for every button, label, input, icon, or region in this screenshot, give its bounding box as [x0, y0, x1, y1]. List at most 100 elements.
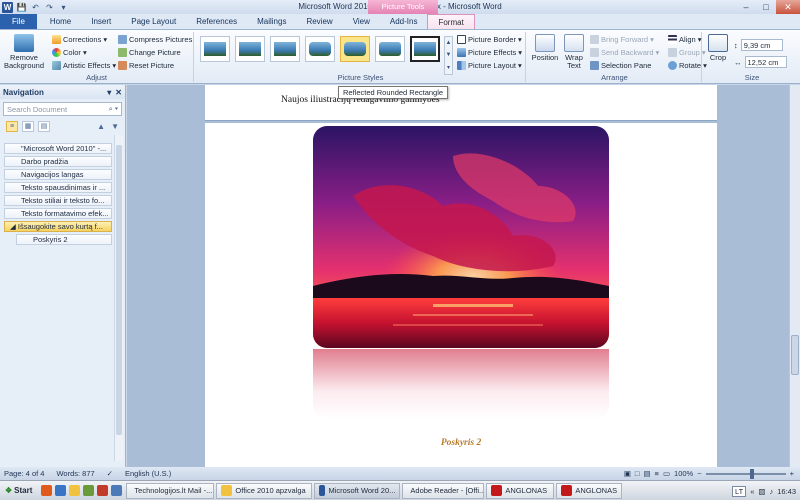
customize-qat-icon[interactable]: ▾	[58, 2, 69, 13]
zoom-level[interactable]: 100%	[674, 469, 693, 478]
opera-icon[interactable]	[97, 485, 109, 496]
proofing-icon[interactable]: ✓	[107, 469, 113, 478]
tab-mailings[interactable]: Mailings	[247, 14, 296, 29]
picture-border-button[interactable]: Picture Border ▾	[457, 33, 522, 46]
collapse-triangle-icon[interactable]: ◢	[10, 222, 16, 231]
picture-style-6[interactable]	[375, 36, 405, 62]
corrections-button[interactable]: Corrections ▾	[52, 33, 116, 46]
firefox-icon[interactable]	[41, 485, 53, 496]
zoom-in-icon[interactable]: +	[790, 469, 794, 478]
taskbar-item[interactable]: ANGLONAS	[486, 482, 555, 499]
tab-file[interactable]: File	[0, 14, 37, 29]
tab-page-layout[interactable]: Page Layout	[121, 14, 186, 29]
web-layout-view-icon[interactable]: ▤	[643, 469, 650, 478]
close-button[interactable]: ✕	[776, 0, 800, 14]
nav-heading-item-active[interactable]: ◢ Išsaugokite savo kurtą f...	[4, 221, 112, 232]
picture-style-1[interactable]	[200, 36, 230, 62]
nav-heading-item[interactable]: Darbo pradžia	[4, 156, 112, 167]
shape-width-input[interactable]: 12,52 cm	[744, 56, 787, 68]
navigation-scrollbar[interactable]	[114, 135, 123, 461]
send-backward-button[interactable]: Send Backward ▾	[590, 46, 659, 59]
crop-button[interactable]: Crop	[706, 34, 730, 62]
compress-pictures-button[interactable]: Compress Pictures	[118, 33, 192, 46]
redo-icon[interactable]: ↷	[44, 2, 55, 13]
desktop-icon[interactable]	[111, 485, 123, 496]
nav-options-icon[interactable]: ▾	[107, 88, 111, 97]
nav-heading-item[interactable]: Navigacijos langas	[4, 169, 112, 180]
folder-icon[interactable]	[69, 485, 81, 496]
undo-icon[interactable]: ↶	[30, 2, 41, 13]
previous-heading-icon[interactable]: ▲	[97, 122, 105, 131]
tab-add-ins[interactable]: Add-Ins	[380, 14, 428, 29]
word-logo-icon[interactable]: W	[2, 1, 13, 13]
draft-view-icon[interactable]: ▭	[663, 469, 670, 478]
navigation-scroll-thumb[interactable]	[116, 145, 122, 435]
browse-headings-icon[interactable]: ≡	[6, 120, 18, 132]
nav-heading-item[interactable]: Teksto formatavimo efek...	[4, 208, 112, 219]
gallery-down-icon[interactable]: ▼	[446, 52, 452, 58]
print-layout-view-icon[interactable]: ▣	[624, 469, 631, 478]
selection-pane-button[interactable]: Selection Pane	[590, 59, 659, 72]
gallery-more-icon[interactable]: ▾	[447, 64, 450, 71]
taskbar-item-active[interactable]: Microsoft Word 20...	[314, 482, 401, 499]
nav-close-icon[interactable]: ✕	[115, 88, 122, 97]
artistic-effects-button[interactable]: Artistic Effects ▾	[52, 59, 116, 72]
zoom-out-icon[interactable]: −	[697, 469, 701, 478]
document-scrollbar[interactable]	[789, 85, 800, 467]
position-button[interactable]: Position	[530, 34, 560, 62]
picture-style-reflected-rounded[interactable]	[340, 36, 370, 62]
nav-heading-item[interactable]: Teksto stiliai ir teksto fo...	[4, 195, 112, 206]
minimize-button[interactable]: –	[736, 0, 756, 14]
group-button[interactable]: Group ▾	[668, 46, 707, 59]
taskbar-item[interactable]: Technologijos.lt Mail -...	[126, 482, 215, 499]
zoom-slider[interactable]	[705, 468, 786, 479]
wrap-text-button[interactable]: Wrap Text	[560, 34, 588, 70]
sunset-picture[interactable]	[313, 126, 609, 348]
ie-icon[interactable]	[55, 485, 67, 496]
styles-gallery-scroll[interactable]: ▲ ▼ ▾	[444, 36, 453, 75]
reset-picture-button[interactable]: Reset Picture	[118, 59, 192, 72]
next-heading-icon[interactable]: ▼	[111, 122, 119, 131]
nav-heading-item[interactable]: "Microsoft Word 2010" -...	[4, 143, 112, 154]
taskbar-item[interactable]: Office 2010 apzvalga	[216, 482, 313, 499]
maximize-button[interactable]: □	[756, 0, 776, 14]
page-count[interactable]: Page: 4 of 4	[4, 469, 44, 478]
picture-style-2[interactable]	[235, 36, 265, 62]
language-indicator[interactable]: English (U.S.)	[125, 469, 171, 478]
color-button[interactable]: Color ▾	[52, 46, 116, 59]
tab-format[interactable]: Format	[427, 14, 475, 29]
taskbar-item[interactable]: Adobe Reader - [Offi...	[402, 482, 485, 499]
language-indicator-tray[interactable]: LT	[732, 485, 747, 497]
save-icon[interactable]: 💾	[16, 2, 27, 13]
search-icon[interactable]: ⌕ ▾	[109, 104, 118, 114]
tab-references[interactable]: References	[186, 14, 247, 29]
picture-style-3[interactable]	[270, 36, 300, 62]
picture-layout-button[interactable]: Picture Layout ▾	[457, 59, 522, 72]
bring-forward-button[interactable]: Bring Forward ▾	[590, 33, 659, 46]
taskbar-item[interactable]: ANGLONAS	[556, 482, 623, 499]
remove-background-button[interactable]: Remove Background	[2, 34, 46, 70]
align-button[interactable]: Align ▾	[668, 33, 707, 46]
network-icon[interactable]: ▧	[758, 487, 765, 496]
picture-effects-button[interactable]: Picture Effects ▾	[457, 46, 522, 59]
tab-view[interactable]: View	[343, 14, 380, 29]
app-icon[interactable]	[83, 485, 95, 496]
picture-style-7[interactable]	[410, 36, 440, 62]
tab-home[interactable]: Home	[40, 14, 81, 29]
shape-height-input[interactable]: 9,39 cm	[740, 39, 783, 51]
change-picture-button[interactable]: Change Picture	[118, 46, 192, 59]
nav-heading-item[interactable]: Teksto spausdinimas ir ...	[4, 182, 112, 193]
tray-arrow-icon[interactable]: «	[750, 487, 754, 496]
clock[interactable]: 16:43	[777, 487, 796, 496]
word-count[interactable]: Words: 877	[56, 469, 94, 478]
full-screen-view-icon[interactable]: □	[635, 469, 640, 478]
browse-results-icon[interactable]: ▤	[38, 120, 50, 132]
browse-pages-icon[interactable]: ▦	[22, 120, 34, 132]
gallery-up-icon[interactable]: ▲	[446, 40, 452, 46]
nav-subheading-item[interactable]: Poskyris 2	[16, 234, 112, 245]
search-document-input[interactable]: Search Document ⌕ ▾	[3, 102, 122, 116]
outline-view-icon[interactable]: ≡	[655, 469, 659, 478]
volume-icon[interactable]: ♪	[769, 487, 773, 496]
rotate-button[interactable]: Rotate ▾	[668, 59, 707, 72]
picture-style-4[interactable]	[305, 36, 335, 62]
